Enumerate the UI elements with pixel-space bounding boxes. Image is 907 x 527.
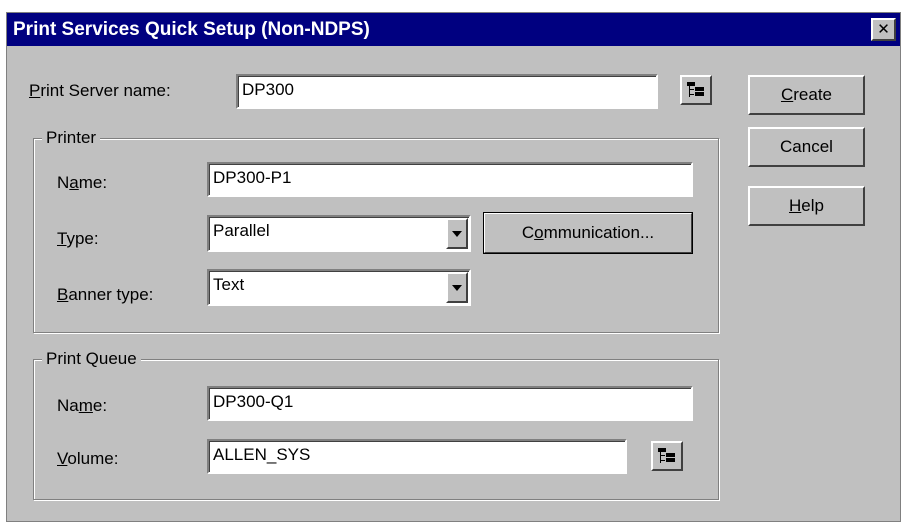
printer-name-input[interactable]: DP300-P1	[207, 162, 693, 197]
chevron-down-icon	[452, 230, 462, 237]
print-queue-group-title: Print Queue	[42, 349, 141, 369]
printer-type-select[interactable]: Parallel	[207, 215, 471, 252]
banner-type-value: Text	[213, 275, 245, 294]
print-server-name-label: Print Server name:	[29, 81, 171, 100]
printer-name-label: Name:	[57, 173, 108, 192]
print-queue-group: Print Queue	[33, 349, 719, 500]
browse-tree-icon	[687, 82, 704, 97]
close-button[interactable]: ✕	[871, 18, 896, 41]
chevron-down-icon	[452, 284, 462, 291]
print-server-browse-button[interactable]	[680, 75, 712, 105]
printer-type-value: Parallel	[213, 221, 270, 240]
print-server-name-input[interactable]: DP300	[236, 74, 658, 109]
banner-type-label: Banner type:	[57, 285, 154, 304]
banner-type-dropdown-button[interactable]	[446, 272, 468, 303]
communication-button[interactable]: Co mmunication...	[483, 212, 693, 254]
title-bar[interactable]: Print Services Quick Setup (Non-NDPS) ✕	[7, 13, 900, 46]
help-button[interactable]: Help	[748, 186, 865, 226]
volume-label: Volume:	[57, 449, 119, 468]
window-title: Print Services Quick Setup (Non-NDPS)	[13, 19, 370, 40]
banner-type-select[interactable]: Text	[207, 269, 471, 306]
create-button[interactable]: Create	[748, 75, 865, 115]
volume-browse-button[interactable]	[651, 441, 683, 471]
queue-name-label: Name:	[57, 396, 108, 415]
printer-group-title: Printer	[42, 128, 101, 148]
close-icon: ✕	[877, 21, 890, 38]
printer-type-label: Type:	[57, 229, 99, 248]
printer-type-dropdown-button[interactable]	[446, 218, 468, 249]
volume-input[interactable]: ALLEN_SYS	[207, 439, 627, 474]
cancel-button[interactable]: Cancel	[748, 127, 865, 167]
print-services-dialog: Print Services Quick Setup (Non-NDPS) ✕ …	[6, 12, 901, 522]
queue-name-input[interactable]: DP300-Q1	[207, 386, 693, 421]
browse-tree-icon	[658, 448, 675, 463]
